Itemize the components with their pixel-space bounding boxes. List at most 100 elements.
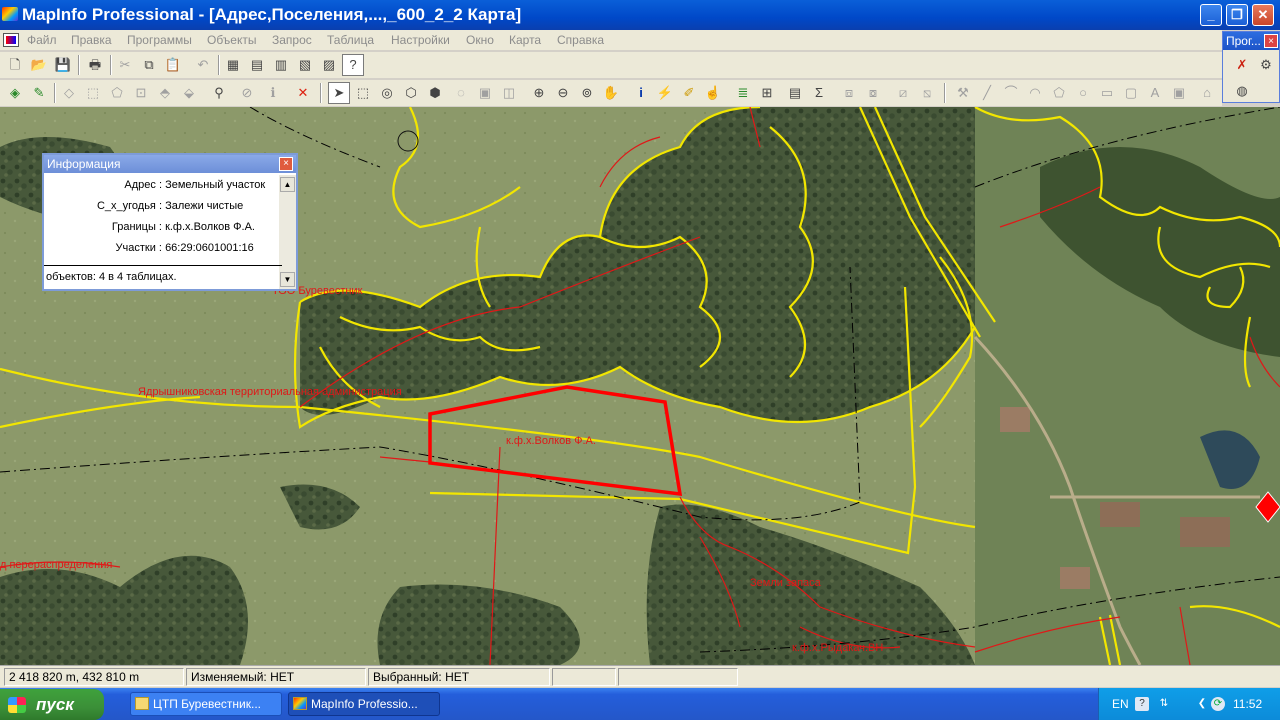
print-icon[interactable]: 🖶 <box>84 54 106 76</box>
label-tool-icon[interactable]: ✐ <box>678 82 700 104</box>
program-globe-icon[interactable]: ◍ <box>1231 80 1253 102</box>
network-tray-icon[interactable]: ⇅ <box>1157 697 1171 711</box>
combine-icon[interactable]: ⬘ <box>154 82 176 104</box>
new-browser-icon[interactable]: ▦ <box>222 54 244 76</box>
radius-select-icon[interactable]: ◎ <box>376 82 398 104</box>
menu-edit[interactable]: Правка <box>71 33 112 47</box>
status-bar: 2 418 820 m, 432 810 m Изменяемый: НЕТ В… <box>0 665 1280 687</box>
zoom-in-icon[interactable]: ⊕ <box>528 82 550 104</box>
new-graph-icon[interactable]: ▥ <box>270 54 292 76</box>
layer-control-icon[interactable]: ◈ <box>4 82 26 104</box>
erase-icon[interactable]: ⊘ <box>236 82 258 104</box>
close-button[interactable]: ✕ <box>1252 4 1274 26</box>
symbol-tool-icon[interactable]: ⚒ <box>952 82 974 104</box>
menu-programs[interactable]: Программы <box>127 33 192 47</box>
open-icon[interactable]: 📂 <box>28 54 50 76</box>
invert-select-icon[interactable]: ▣ <box>474 82 496 104</box>
polygon-tool-icon[interactable]: ⬠ <box>1048 82 1070 104</box>
line-tool-icon[interactable]: ╱ <box>976 82 998 104</box>
help-icon[interactable]: ? <box>342 54 364 76</box>
polygon-select-tool-icon[interactable]: ⬡ <box>400 82 422 104</box>
split-icon[interactable]: ⬙ <box>178 82 200 104</box>
program-run-icon[interactable]: ✗ <box>1231 54 1253 76</box>
setup-icon[interactable]: ⧄ <box>892 82 914 104</box>
text-tool-icon[interactable]: A <box>1144 82 1166 104</box>
undo-icon[interactable]: ↶ <box>192 54 214 76</box>
status-selected[interactable]: Выбранный: НЕТ <box>368 668 550 686</box>
back-tray-icon[interactable]: ❮ <box>1195 697 1209 711</box>
copy-icon[interactable]: ⧉ <box>138 54 160 76</box>
rect-select-icon[interactable]: ⬚ <box>352 82 374 104</box>
drag-window-icon[interactable]: ☝ <box>702 82 724 104</box>
scroll-up-arrow-icon[interactable]: ▲ <box>280 177 295 192</box>
legend-window-icon[interactable]: ▤ <box>784 82 806 104</box>
polygon-select-icon[interactable]: ⬠ <box>106 82 128 104</box>
ruler-icon[interactable]: ⊞ <box>756 82 778 104</box>
language-indicator[interactable]: EN <box>1112 697 1129 711</box>
info-row-label: Границы : <box>111 221 162 233</box>
grabber-hand-icon[interactable]: ✋ <box>600 82 622 104</box>
restore-button[interactable]: ❐ <box>1226 4 1248 26</box>
sum-select-icon[interactable]: ⊡ <box>130 82 152 104</box>
menu-map[interactable]: Карта <box>509 33 541 47</box>
info-tool-icon[interactable]: i <box>630 82 652 104</box>
rounded-rect-tool-icon[interactable]: ▢ <box>1120 82 1142 104</box>
status-editable[interactable]: Изменяемый: НЕТ <box>186 668 366 686</box>
binoculars-icon[interactable]: ⚲ <box>208 82 230 104</box>
minimize-button[interactable]: _ <box>1200 4 1222 26</box>
clip-region-icon[interactable]: ⧈ <box>838 82 860 104</box>
legend-icon[interactable]: ✎ <box>28 82 50 104</box>
menu-query[interactable]: Запрос <box>272 33 312 47</box>
change-view-icon[interactable]: ⊚ <box>576 82 598 104</box>
document-menu-icon[interactable] <box>3 33 19 47</box>
new-icon[interactable]: 🗋 <box>4 54 26 76</box>
graph-select-icon[interactable]: ◫ <box>498 82 520 104</box>
menu-help[interactable]: Справка <box>557 33 604 47</box>
menu-objects[interactable]: Объекты <box>207 33 257 47</box>
cut-icon[interactable]: ✂ <box>114 54 136 76</box>
programs-close-button[interactable]: × <box>1264 34 1278 48</box>
scroll-down-arrow-icon[interactable]: ▼ <box>280 272 295 287</box>
polygon-reshape-icon[interactable]: ⌂ <box>1196 82 1218 104</box>
ellipse-tool-icon[interactable]: ○ <box>1072 82 1094 104</box>
boundary-select-icon[interactable]: ⬢ <box>424 82 446 104</box>
reshape-icon[interactable]: ◇ <box>58 82 80 104</box>
marquee-icon[interactable]: ⬚ <box>82 82 104 104</box>
task-mapinfo[interactable]: MapInfo Professio... <box>288 692 440 716</box>
hotlink-icon[interactable]: ⚡ <box>654 82 676 104</box>
info-close-button[interactable]: × <box>279 157 293 171</box>
program-wrench-icon[interactable]: ⚙ <box>1255 54 1277 76</box>
mapinfo-app-icon[interactable] <box>2 7 18 21</box>
menu-table[interactable]: Таблица <box>327 33 374 47</box>
polyline-tool-icon[interactable]: ⌒ <box>1000 82 1022 104</box>
task-folder[interactable]: ЦТП Буревестник... <box>130 692 282 716</box>
select-arrow-icon[interactable]: ➤ <box>328 82 350 104</box>
info-row-value[interactable]: к.ф.х.Волков Ф.А. <box>165 221 255 233</box>
rectangle-tool-icon[interactable]: ▭ <box>1096 82 1118 104</box>
delete-icon[interactable]: ✕ <box>292 82 314 104</box>
new-layout-icon[interactable]: ▧ <box>294 54 316 76</box>
info-window[interactable]: Информация × Адрес : Земельный участок С… <box>42 153 298 291</box>
redistrict-icon[interactable]: ▨ <box>318 54 340 76</box>
frame-tool-icon[interactable]: ▣ <box>1168 82 1190 104</box>
clip-toggle-icon[interactable]: ⧇ <box>862 82 884 104</box>
display-icon[interactable]: ⧅ <box>916 82 938 104</box>
info-gray-icon[interactable]: ℹ <box>262 82 284 104</box>
statistics-icon[interactable]: Σ <box>808 82 830 104</box>
save-icon[interactable]: 💾 <box>52 54 74 76</box>
unselect-icon[interactable]: ◌ <box>450 82 472 104</box>
paste-icon[interactable]: 📋 <box>162 54 184 76</box>
layer-control-main-icon[interactable]: ≣ <box>732 82 754 104</box>
info-row-value[interactable]: Земельный участок <box>165 179 265 191</box>
menu-window[interactable]: Окно <box>466 33 494 47</box>
new-map-icon[interactable]: ▤ <box>246 54 268 76</box>
refresh-tray-icon[interactable]: ⟳ <box>1211 697 1225 711</box>
menu-settings[interactable]: Настройки <box>391 33 450 47</box>
info-row-value[interactable]: 66:29:0601001:16 <box>165 242 254 254</box>
help-tray-icon[interactable]: ? <box>1135 697 1149 711</box>
menu-file[interactable]: Файл <box>27 33 57 47</box>
info-row-value[interactable]: Залежи чистые <box>165 200 243 212</box>
start-button[interactable]: пуск <box>0 689 104 720</box>
zoom-out-icon[interactable]: ⊖ <box>552 82 574 104</box>
arc-tool-icon[interactable]: ◠ <box>1024 82 1046 104</box>
